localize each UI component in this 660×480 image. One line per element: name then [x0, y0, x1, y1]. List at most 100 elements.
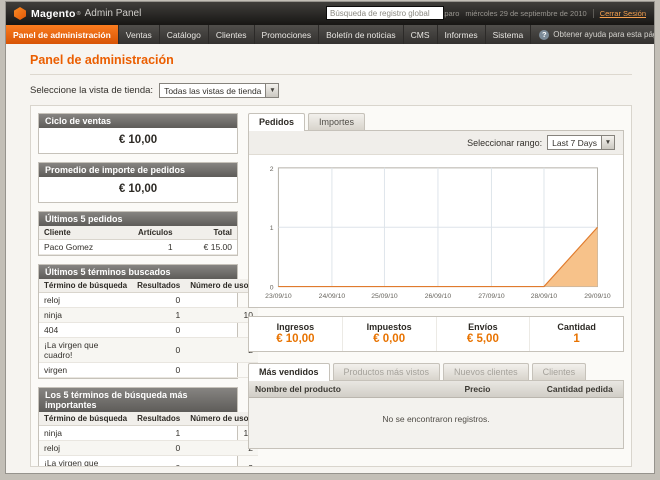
page-title: Panel de administración — [6, 44, 654, 74]
nav-item-promociones[interactable]: Promociones — [255, 25, 320, 44]
header-bar: Magento ® Admin Panel Accedió como aparo… — [6, 2, 654, 25]
nav-item-ventas[interactable]: Ventas — [119, 25, 160, 44]
stat-ingresos: Ingresos € 10,00 — [249, 317, 342, 351]
table-row[interactable]: ninja 1 10 — [39, 308, 258, 323]
empty-message: No se encontraron registros. — [249, 398, 623, 449]
search-term: ninja — [39, 426, 132, 441]
col-total: Total — [178, 226, 237, 240]
store-switcher: Seleccione la vista de tienda: Todas las… — [6, 75, 654, 105]
magento-logo-icon — [14, 7, 26, 20]
help-link[interactable]: Obtener ayuda para esta página — [531, 25, 655, 44]
stat-label: Envíos — [437, 322, 530, 332]
nav-item-boletin[interactable]: Boletín de noticias — [319, 25, 403, 44]
table-row[interactable]: reloj 0 2 — [39, 441, 258, 456]
main-nav: Panel de administración Ventas Catálogo … — [6, 25, 654, 44]
stat-label: Ingresos — [249, 322, 342, 332]
last-orders-title: Últimos 5 pedidos — [39, 212, 237, 226]
grid-tabs: Más vendidos Productos más vistos Nuevos… — [248, 363, 624, 380]
dashboard-main: Pedidos Importes Seleccionar rango: Last… — [248, 113, 624, 449]
lifetime-sales-box: Ciclo de ventas € 10,00 — [38, 113, 238, 154]
magento-logo: Magento ® Admin Panel — [14, 7, 141, 20]
x-tick-0: 23/09/10 — [265, 293, 292, 300]
search-term: reloj — [39, 441, 132, 456]
table-row[interactable]: Paco Gomez 1 € 15.00 — [39, 240, 237, 255]
trademark-symbol: ® — [77, 11, 81, 17]
chart-wrap: 2 1 0 23/09/10 24/09/10 25/09/10 26/09/1… — [249, 155, 623, 307]
table-row[interactable]: 404 0 1 — [39, 323, 258, 338]
col-cantidad-pedida: Cantidad pedida — [541, 381, 623, 398]
current-date-text: miércoles 29 de septiembre de 2010 — [465, 9, 586, 18]
nav-item-cms[interactable]: CMS — [404, 25, 438, 44]
tab-pedidos[interactable]: Pedidos — [248, 113, 305, 131]
store-view-value: Todas las vistas de tienda — [160, 86, 265, 96]
logout-link[interactable]: Cerrar Sesión — [600, 9, 646, 18]
average-orders-value: € 10,00 — [39, 177, 237, 202]
search-uses: 2 — [185, 456, 258, 468]
search-results: 0 — [132, 293, 185, 308]
global-search-input[interactable] — [326, 6, 444, 20]
last-orders-table: Cliente Artículos Total Paco Gomez 1 € 1… — [39, 226, 237, 255]
top-search-title: Los 5 términos de búsqueda más important… — [39, 388, 237, 412]
y-tick-2: 2 — [270, 166, 274, 173]
store-view-select[interactable]: Todas las vistas de tienda — [159, 83, 279, 98]
range-value: Last 7 Days — [548, 138, 601, 148]
range-row: Seleccionar rango: Last 7 Days — [249, 131, 623, 155]
order-items: 1 — [133, 240, 178, 255]
nav-item-catalogo[interactable]: Catálogo — [160, 25, 209, 44]
orders-chart-panel: Seleccionar rango: Last 7 Days — [248, 130, 624, 308]
search-term: virgen — [39, 363, 132, 378]
stat-value: € 0,00 — [343, 333, 436, 345]
top-search-table: Término de búsqueda Resultados Número de… — [39, 412, 258, 467]
stat-label: Impuestos — [343, 322, 436, 332]
x-tick-3: 26/09/10 — [425, 293, 452, 300]
range-select[interactable]: Last 7 Days — [547, 135, 615, 150]
col-termino: Término de búsqueda — [39, 412, 132, 426]
nav-item-clientes[interactable]: Clientes — [209, 25, 255, 44]
table-row[interactable]: ninja 1 10 — [39, 426, 258, 441]
totals-bar: Ingresos € 10,00 Impuestos € 0,00 Envíos… — [248, 316, 624, 352]
search-term: ninja — [39, 308, 132, 323]
tab-mas-vendidos[interactable]: Más vendidos — [248, 363, 330, 381]
stat-cantidad: Cantidad 1 — [529, 317, 623, 351]
table-row[interactable]: ¡La virgen que cuadro! 0 2 — [39, 338, 258, 363]
col-articulos: Artículos — [133, 226, 178, 240]
nav-item-sistema[interactable]: Sistema — [486, 25, 532, 44]
logo-brand: Magento — [31, 8, 76, 20]
magento-admin-window: Magento ® Admin Panel Accedió como aparo… — [5, 1, 655, 474]
stat-value: € 5,00 — [437, 333, 530, 345]
table-row[interactable]: reloj 0 2 — [39, 293, 258, 308]
dashboard-sidebar: Ciclo de ventas € 10,00 Promedio de impo… — [38, 113, 238, 467]
help-label: Obtener ayuda para esta página — [553, 30, 655, 39]
tab-clientes[interactable]: Clientes — [532, 363, 587, 380]
dashboard: Ciclo de ventas € 10,00 Promedio de impo… — [30, 105, 632, 467]
diagram-tabs: Pedidos Importes — [248, 113, 624, 130]
col-nombre-producto: Nombre del producto — [249, 381, 458, 398]
nav-item-dashboard[interactable]: Panel de administración — [6, 25, 119, 44]
logo-product: Admin Panel — [85, 8, 142, 19]
meta-divider — [593, 9, 594, 18]
help-icon — [539, 30, 549, 40]
stat-envios: Envíos € 5,00 — [436, 317, 530, 351]
x-tick-6: 29/09/10 — [584, 293, 611, 300]
table-row[interactable]: ¡La virgen que cuadro! 0 2 — [39, 456, 258, 468]
tab-importes[interactable]: Importes — [308, 113, 365, 130]
content-area: Panel de administración Seleccione la vi… — [6, 44, 654, 473]
table-row[interactable]: virgen 0 1 — [39, 363, 258, 378]
last-search-box: Últimos 5 términos buscados Término de b… — [38, 264, 238, 379]
search-results: 0 — [132, 363, 185, 378]
col-cliente: Cliente — [39, 226, 133, 240]
search-results: 0 — [132, 338, 185, 363]
tab-nuevos-clientes[interactable]: Nuevos clientes — [443, 363, 529, 380]
stat-impuestos: Impuestos € 0,00 — [342, 317, 436, 351]
search-results: 0 — [132, 456, 185, 468]
order-total: € 15.00 — [178, 240, 237, 255]
tab-productos-mas-vistos[interactable]: Productos más vistos — [333, 363, 441, 380]
search-term: ¡La virgen que cuadro! — [39, 338, 132, 363]
average-orders-box: Promedio de importe de pedidos € 10,00 — [38, 162, 238, 203]
nav-item-informes[interactable]: Informes — [438, 25, 486, 44]
col-precio: Precio — [458, 381, 540, 398]
chevron-down-icon — [601, 136, 614, 149]
lifetime-sales-title: Ciclo de ventas — [39, 114, 237, 128]
search-results: 1 — [132, 308, 185, 323]
stat-label: Cantidad — [530, 322, 623, 332]
